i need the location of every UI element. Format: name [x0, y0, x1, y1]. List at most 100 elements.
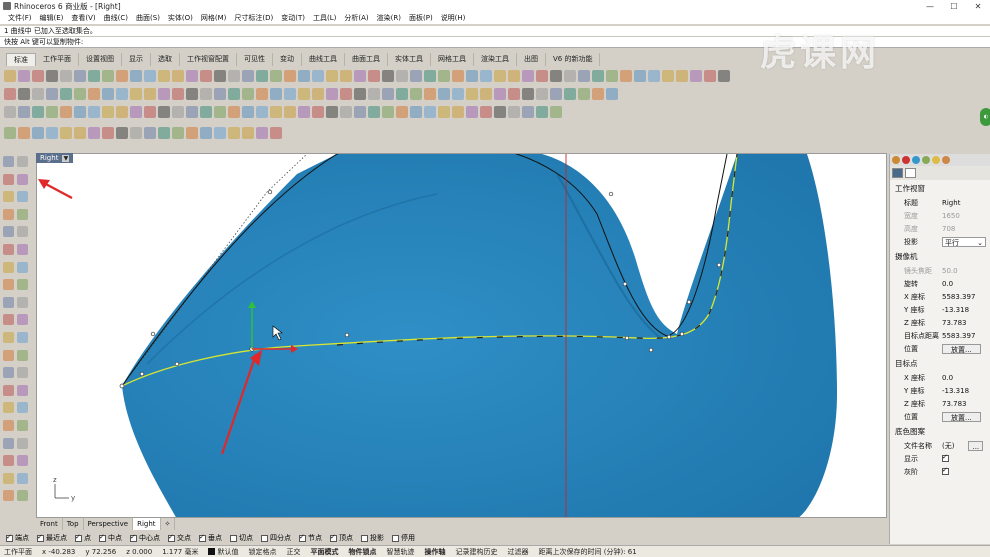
left-palette-tool-icon[interactable]	[3, 437, 14, 449]
toolbar-tool-icon[interactable]	[466, 106, 478, 118]
toolbar-tool-icon[interactable]	[256, 106, 268, 118]
toolbar-tool-icon[interactable]	[340, 70, 352, 82]
osnap-checkbox[interactable]	[361, 534, 368, 542]
help-tab-icon[interactable]	[942, 156, 950, 164]
toolbar-tool-icon[interactable]	[424, 70, 436, 82]
menu-tools[interactable]: 工具(L)	[309, 13, 340, 23]
toolbar-tool-icon[interactable]	[32, 127, 44, 139]
left-palette-tool-icon[interactable]	[17, 314, 28, 326]
toolbar-tool-icon[interactable]	[88, 106, 100, 118]
toolbar-tool-icon[interactable]	[186, 106, 198, 118]
toolbar-tool-icon[interactable]	[228, 106, 240, 118]
osnap-option[interactable]: 顶点	[330, 533, 353, 543]
toolbar-tool-icon[interactable]	[74, 88, 86, 100]
left-palette-tool-icon[interactable]	[3, 402, 14, 414]
toolbar-tool-icon[interactable]	[662, 70, 674, 82]
projection-select[interactable]: 平行 ⌄	[942, 236, 986, 247]
toolbar-tool-icon[interactable]	[340, 88, 352, 100]
toolbar-tool-icon[interactable]	[256, 88, 268, 100]
toolbar-tool-icon[interactable]	[144, 70, 156, 82]
toolbar-tool-icon[interactable]	[4, 127, 16, 139]
toolbar-tool-icon[interactable]	[382, 88, 394, 100]
menu-solid[interactable]: 实体(O)	[164, 13, 197, 23]
status-ortho[interactable]: 正交	[286, 547, 300, 557]
toolbar-tool-icon[interactable]	[32, 88, 44, 100]
osnap-checkbox[interactable]	[37, 533, 44, 542]
osnap-checkbox[interactable]	[299, 533, 306, 542]
toolbar-tool-icon[interactable]	[634, 70, 646, 82]
left-palette-tool-icon[interactable]	[3, 156, 14, 167]
menu-mesh[interactable]: 网格(M)	[197, 13, 231, 23]
floating-green-button[interactable]: ◐	[980, 108, 990, 126]
left-palette-tool-icon[interactable]	[17, 332, 28, 343]
menu-render[interactable]: 渲染(R)	[373, 13, 405, 23]
toolbar-tool-icon[interactable]	[242, 106, 254, 118]
left-palette-tool-icon[interactable]	[17, 349, 28, 361]
left-palette-tool-icon[interactable]	[17, 384, 28, 396]
viewport-title-tab[interactable]: Right ▼	[36, 153, 74, 163]
left-palette-tool-icon[interactable]	[3, 279, 14, 291]
toolbar-tool-icon[interactable]	[200, 70, 212, 82]
toolbar-tool-icon[interactable]	[368, 106, 380, 118]
folder-icon[interactable]	[932, 156, 940, 164]
left-palette-tool-icon[interactable]	[17, 472, 28, 484]
viewport-props-icon[interactable]	[892, 168, 903, 178]
toolbar-tool-icon[interactable]	[298, 106, 310, 118]
toolbar-tool-icon[interactable]	[536, 106, 548, 118]
toolbar-tool-icon[interactable]	[116, 106, 128, 118]
toolbar-tool-icon[interactable]	[74, 127, 86, 139]
toolbar-tool-icon[interactable]	[704, 70, 716, 82]
osnap-checkbox[interactable]	[199, 533, 206, 542]
status-gumball[interactable]: 操作轴	[424, 547, 445, 557]
toolbar-tool-icon[interactable]	[102, 106, 114, 118]
osnap-checkbox[interactable]	[330, 533, 337, 542]
status-history[interactable]: 记录建构历史	[455, 547, 497, 557]
toolbar-tool-icon[interactable]	[228, 127, 240, 139]
osnap-option[interactable]: 四分点	[261, 533, 291, 543]
toolbar-tool-icon[interactable]	[144, 88, 156, 100]
viewport-right[interactable]: z y	[36, 153, 887, 518]
toolbar-tool-icon[interactable]	[214, 70, 226, 82]
left-palette-tool-icon[interactable]	[17, 402, 28, 414]
toolbar-tool-icon[interactable]	[60, 127, 72, 139]
toolbar-tool-icon[interactable]	[130, 127, 142, 139]
toolbar-tool-icon[interactable]	[382, 70, 394, 82]
left-palette-tool-icon[interactable]	[17, 490, 28, 502]
toolbar-tool-icon[interactable]	[550, 70, 562, 82]
viewport-canvas[interactable]: z y	[37, 154, 887, 518]
osnap-option[interactable]: 投影	[361, 533, 384, 543]
left-palette-tool-icon[interactable]	[3, 226, 14, 238]
toolbar-tool-icon[interactable]	[88, 70, 100, 82]
tab-new-in-v6[interactable]: V6 的新功能	[546, 53, 601, 66]
toolbar-tool-icon[interactable]	[326, 70, 338, 82]
status-lock-grid[interactable]: 锁定格点	[248, 547, 276, 557]
left-palette-tool-icon[interactable]	[17, 208, 28, 220]
toolbar-tool-icon[interactable]	[578, 70, 590, 82]
menu-surface[interactable]: 曲面(S)	[132, 13, 164, 23]
toolbar-tool-icon[interactable]	[130, 88, 142, 100]
osnap-option[interactable]: 停用	[392, 533, 415, 543]
left-palette-tool-icon[interactable]	[3, 191, 14, 203]
toolbar-tool-icon[interactable]	[172, 70, 184, 82]
toolbar-tool-icon[interactable]	[298, 88, 310, 100]
toolbar-tool-icon[interactable]	[60, 106, 72, 118]
toolbar-tool-icon[interactable]	[564, 88, 576, 100]
toolbar-tool-icon[interactable]	[438, 70, 450, 82]
toolbar-tool-icon[interactable]	[172, 88, 184, 100]
toolbar-tool-icon[interactable]	[452, 70, 464, 82]
toolbar-tool-icon[interactable]	[284, 70, 296, 82]
left-palette-tool-icon[interactable]	[3, 173, 14, 185]
toolbar-tool-icon[interactable]	[606, 70, 618, 82]
osnap-checkbox[interactable]	[6, 533, 13, 542]
toolbar-tool-icon[interactable]	[550, 106, 562, 118]
menu-transform[interactable]: 变动(T)	[277, 13, 309, 23]
toolbar-tool-icon[interactable]	[494, 106, 506, 118]
left-palette-tool-icon[interactable]	[3, 244, 14, 255]
toolbar-tool-icon[interactable]	[396, 70, 408, 82]
toolbar-tool-icon[interactable]	[494, 88, 506, 100]
left-palette-tool-icon[interactable]	[3, 314, 14, 326]
osnap-option[interactable]: 切点	[230, 533, 253, 543]
tab-surface-tools[interactable]: 曲面工具	[345, 53, 388, 66]
status-osnap[interactable]: 物件锁点	[348, 547, 376, 557]
left-palette-tool-icon[interactable]	[17, 226, 28, 238]
